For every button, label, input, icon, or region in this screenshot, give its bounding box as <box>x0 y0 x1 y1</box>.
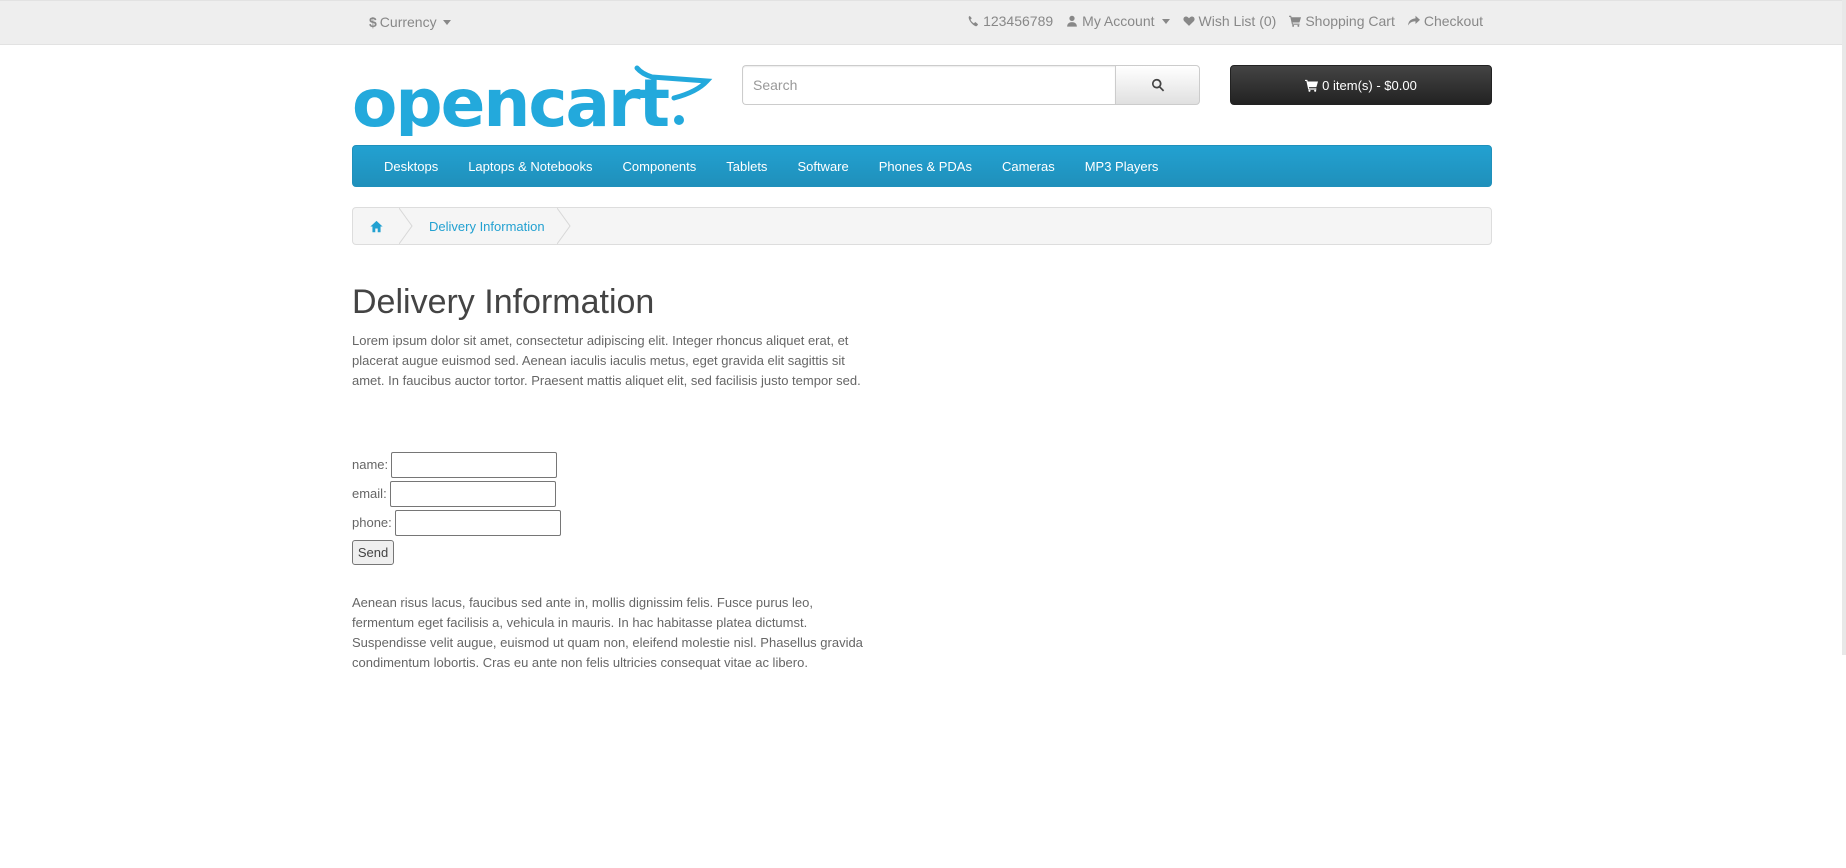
search-input[interactable] <box>742 65 1115 105</box>
page-title: Delivery Information <box>352 283 655 321</box>
caret-down-icon <box>1161 18 1170 24</box>
menu-item-phones-pdas[interactable]: Phones & PDAs <box>879 159 972 174</box>
breadcrumb-separator <box>556 208 571 244</box>
main-menu: Desktops Laptops & Notebooks Components … <box>352 145 1492 187</box>
logo-text: opencart <box>352 65 670 136</box>
opencart-logo[interactable]: opencart <box>352 64 714 136</box>
menu-item-cameras[interactable]: Cameras <box>1002 159 1055 174</box>
breadcrumb-delivery-information[interactable]: Delivery Information <box>413 219 557 234</box>
menu-item-laptops-notebooks[interactable]: Laptops & Notebooks <box>468 159 592 174</box>
shopping-cart-label: Shopping Cart <box>1305 13 1395 29</box>
search-button[interactable] <box>1115 65 1200 105</box>
shopping-cart-link[interactable]: Shopping Cart <box>1289 13 1395 29</box>
breadcrumb-home[interactable] <box>353 208 399 244</box>
menu-item-software[interactable]: Software <box>797 159 848 174</box>
checkout-label: Checkout <box>1423 13 1483 29</box>
breadcrumb: Delivery Information <box>352 207 1492 245</box>
name-row: name: <box>352 450 561 479</box>
phone-label: phone: <box>352 515 392 530</box>
cart-icon <box>1289 15 1302 27</box>
heart-icon <box>1182 16 1195 26</box>
share-icon <box>1407 15 1420 26</box>
currency-dropdown[interactable]: $ Currency <box>369 14 451 30</box>
top-bar: $ Currency 123456789 My Account Wish Lis… <box>0 0 1846 45</box>
menu-item-components[interactable]: Components <box>623 159 697 174</box>
phone-row: phone: <box>352 508 561 537</box>
name-field[interactable] <box>391 451 558 478</box>
email-label: email: <box>352 486 387 501</box>
cart-button[interactable]: 0 item(s) - $0.00 <box>1230 65 1492 105</box>
menu-item-desktops[interactable]: Desktops <box>384 159 438 174</box>
name-label: name: <box>352 457 389 472</box>
email-row: email: <box>352 479 561 508</box>
phone-number: 123456789 <box>983 13 1054 29</box>
top-links: 123456789 My Account Wish List (0) Shopp… <box>967 13 1483 29</box>
caret-down-icon <box>442 19 451 25</box>
contact-form: name: email: phone: Send <box>352 450 561 565</box>
search-bar <box>742 65 1200 105</box>
cart-icon <box>1305 79 1319 92</box>
currency-symbol: $ <box>369 14 377 30</box>
intro-paragraph: Lorem ipsum dolor sit amet, consectetur … <box>352 333 861 388</box>
send-button[interactable]: Send <box>352 540 394 565</box>
checkout-link[interactable]: Checkout <box>1407 13 1483 29</box>
cart-summary: 0 item(s) - $0.00 <box>1322 77 1417 93</box>
search-icon <box>1151 78 1164 92</box>
body-paragraph: Aenean risus lacus, faucibus sed ante in… <box>352 595 863 670</box>
logo-wheel-icon <box>649 115 659 125</box>
phone-link[interactable]: 123456789 <box>967 13 1053 29</box>
home-icon <box>369 220 383 232</box>
currency-label: Currency <box>379 14 437 30</box>
wish-list-label: Wish List (0) <box>1198 13 1277 29</box>
breadcrumb-separator <box>399 208 413 244</box>
my-account-dropdown[interactable]: My Account <box>1066 13 1170 29</box>
my-account-label: My Account <box>1082 13 1155 29</box>
menu-item-mp3-players[interactable]: MP3 Players <box>1085 159 1159 174</box>
scrollbar[interactable] <box>1842 0 1846 655</box>
logo-wheel-icon <box>674 115 684 125</box>
user-icon <box>1067 15 1078 27</box>
phone-icon <box>968 15 979 27</box>
email-field[interactable] <box>389 480 556 507</box>
wish-list-link[interactable]: Wish List (0) <box>1182 13 1277 29</box>
menu-item-tablets[interactable]: Tablets <box>726 159 767 174</box>
phone-field[interactable] <box>394 509 561 536</box>
